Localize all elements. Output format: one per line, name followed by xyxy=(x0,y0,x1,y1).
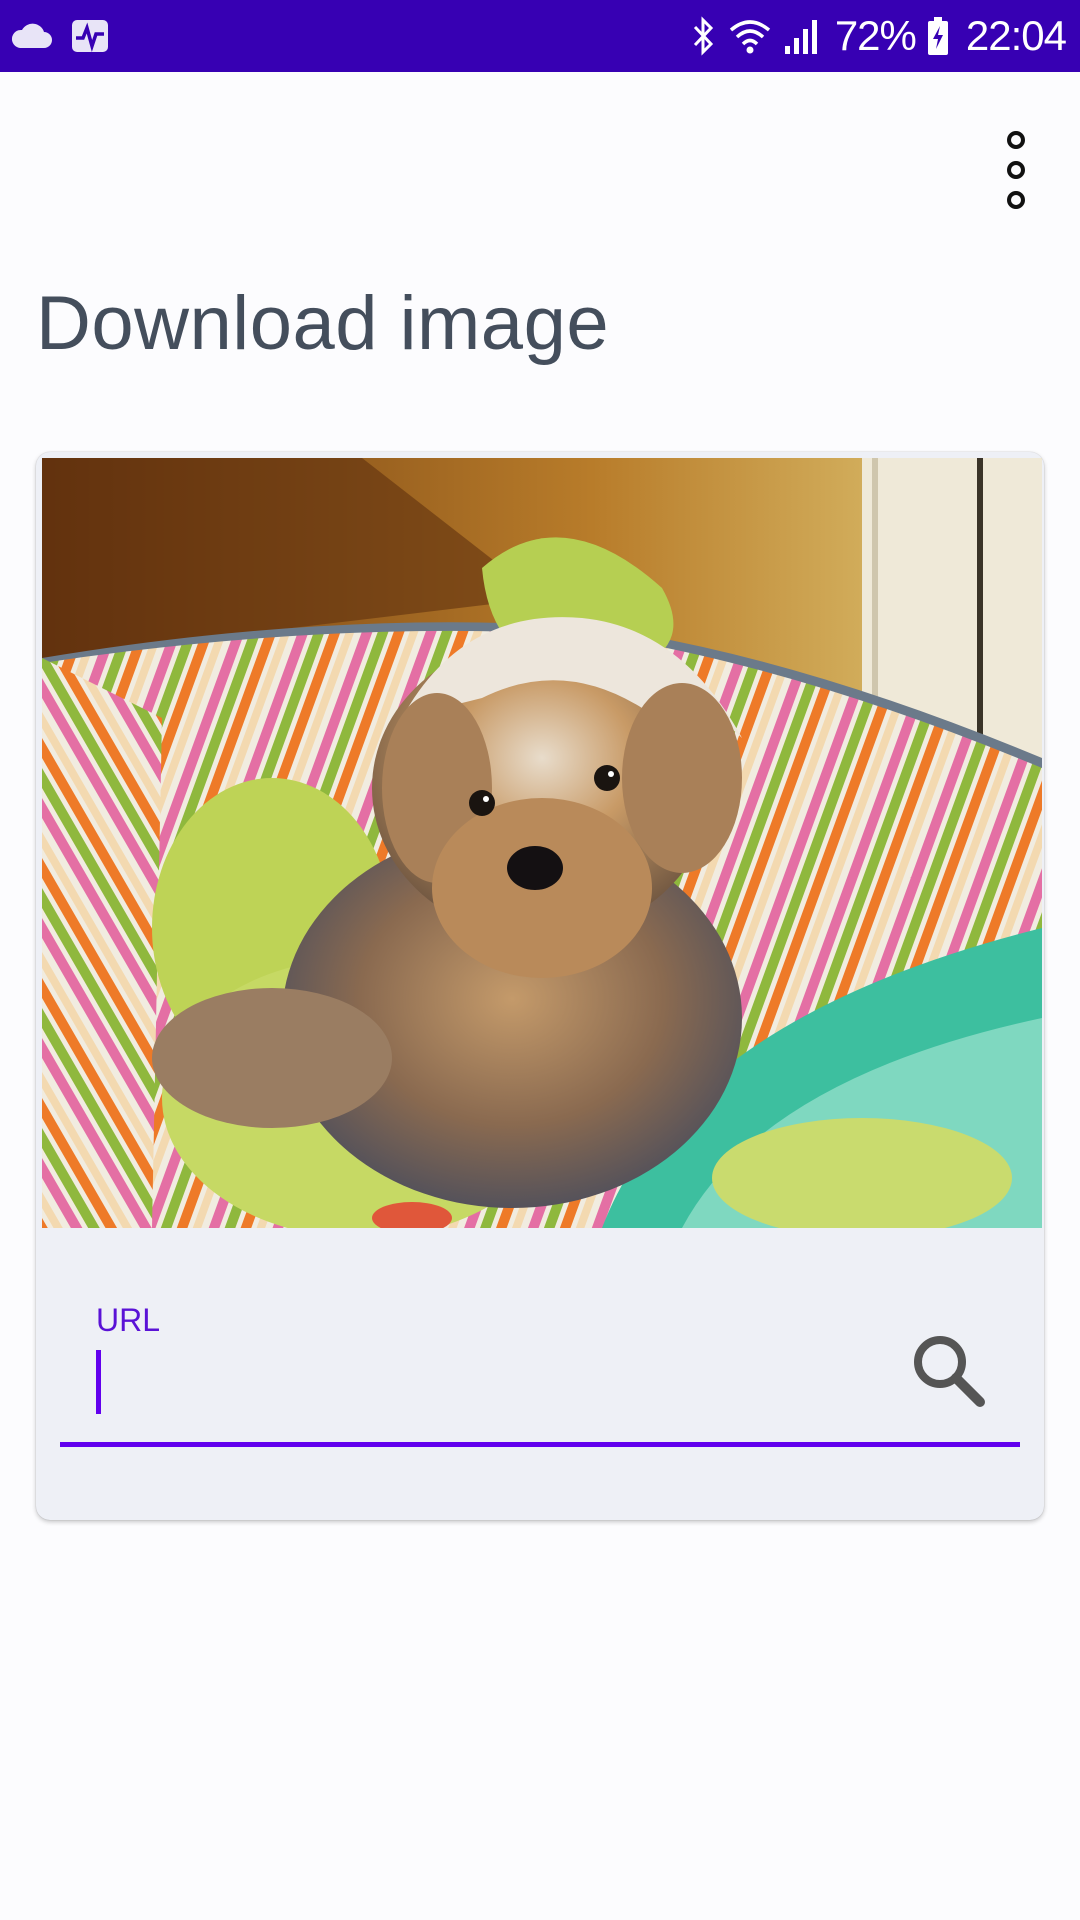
activity-icon xyxy=(70,18,110,54)
url-label: URL xyxy=(96,1302,161,1338)
url-input[interactable] xyxy=(96,1338,916,1418)
page-title: Download image xyxy=(36,281,610,366)
clock: 22:04 xyxy=(965,12,1067,59)
app-bar xyxy=(0,72,1080,242)
overflow-menu-button[interactable] xyxy=(984,112,1048,232)
battery-percent: 72% xyxy=(834,12,917,59)
more-vert-icon xyxy=(1001,128,1031,217)
dog-photo xyxy=(42,458,1042,1228)
search-button[interactable] xyxy=(906,1330,990,1414)
url-field-underline xyxy=(60,1442,1020,1447)
wifi-icon xyxy=(727,16,773,56)
image-card: URL xyxy=(36,452,1044,1520)
signal-icon xyxy=(783,16,821,56)
status-bar: 72% 22:04 xyxy=(0,0,1080,72)
search-icon xyxy=(908,1330,988,1415)
battery-charging-icon xyxy=(926,16,950,56)
url-field[interactable]: URL xyxy=(60,1302,1020,1452)
text-cursor xyxy=(96,1350,101,1414)
bluetooth-icon xyxy=(691,16,717,56)
cloud-icon xyxy=(10,22,54,50)
